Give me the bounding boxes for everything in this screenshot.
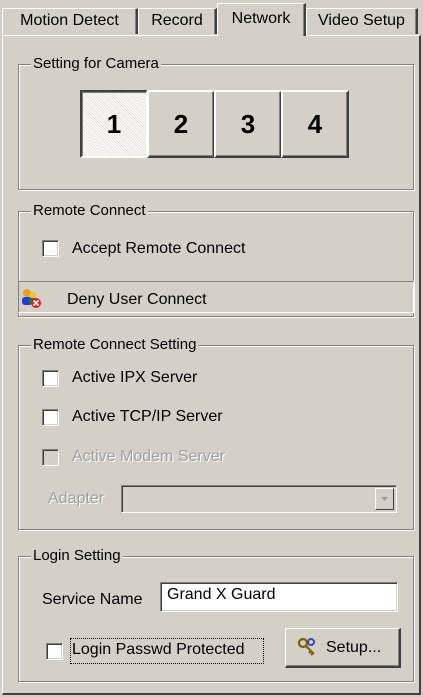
tab-motion-detect[interactable]: Motion Detect [2, 8, 138, 34]
active-tcpip-server-checkbox[interactable] [42, 409, 59, 426]
group-title: Remote Connect [31, 201, 148, 221]
service-name-input[interactable]: Grand X Guard [160, 582, 398, 612]
accept-remote-connect-label: Accept Remote Connect [72, 240, 246, 257]
adapter-select [121, 485, 397, 513]
keys-icon [297, 637, 315, 656]
camera-2-button[interactable]: 2 [147, 90, 215, 158]
tab-video-setup[interactable]: Video Setup [306, 8, 418, 34]
users-denied-icon [22, 289, 41, 308]
camera-1-button[interactable]: 1 [80, 90, 148, 158]
tab-label: Network [231, 10, 291, 27]
tab-label: Motion Detect [20, 12, 119, 29]
camera-3-button[interactable]: 3 [214, 90, 282, 158]
active-ipx-server-label: Active IPX Server [72, 369, 198, 386]
login-passwd-protected-checkbox[interactable] [46, 643, 63, 660]
login-passwd-protected-label: Login Passwd Protected [72, 641, 245, 658]
deny-user-connect-label: Deny User Connect [67, 291, 207, 308]
tab-label: Record [151, 12, 203, 29]
tab-network[interactable]: Network [217, 3, 306, 36]
accept-remote-connect-checkbox[interactable] [42, 240, 59, 257]
active-modem-server-label: Active Modem Server [72, 448, 225, 465]
service-name-label: Service Name [42, 591, 143, 608]
active-tcpip-server-label: Active TCP/IP Server [72, 408, 223, 425]
adapter-dropdown-button [375, 488, 394, 510]
group-title: Login Setting [31, 546, 123, 566]
group-title: Setting for Camera [31, 54, 161, 74]
setup-button[interactable]: Setup... [285, 628, 401, 668]
tab-record[interactable]: Record [138, 8, 217, 34]
tab-label: Video Setup [318, 12, 405, 29]
camera-4-button[interactable]: 4 [281, 90, 349, 158]
tab-strip: Motion Detect Record Network Video Setup [0, 0, 423, 38]
active-ipx-server-checkbox[interactable] [42, 370, 59, 387]
adapter-label: Adapter [48, 490, 105, 507]
setup-button-label: Setup... [326, 639, 382, 656]
chevron-down-icon [381, 497, 388, 501]
active-modem-server-checkbox [42, 449, 59, 466]
group-title: Remote Connect Setting [31, 335, 199, 355]
